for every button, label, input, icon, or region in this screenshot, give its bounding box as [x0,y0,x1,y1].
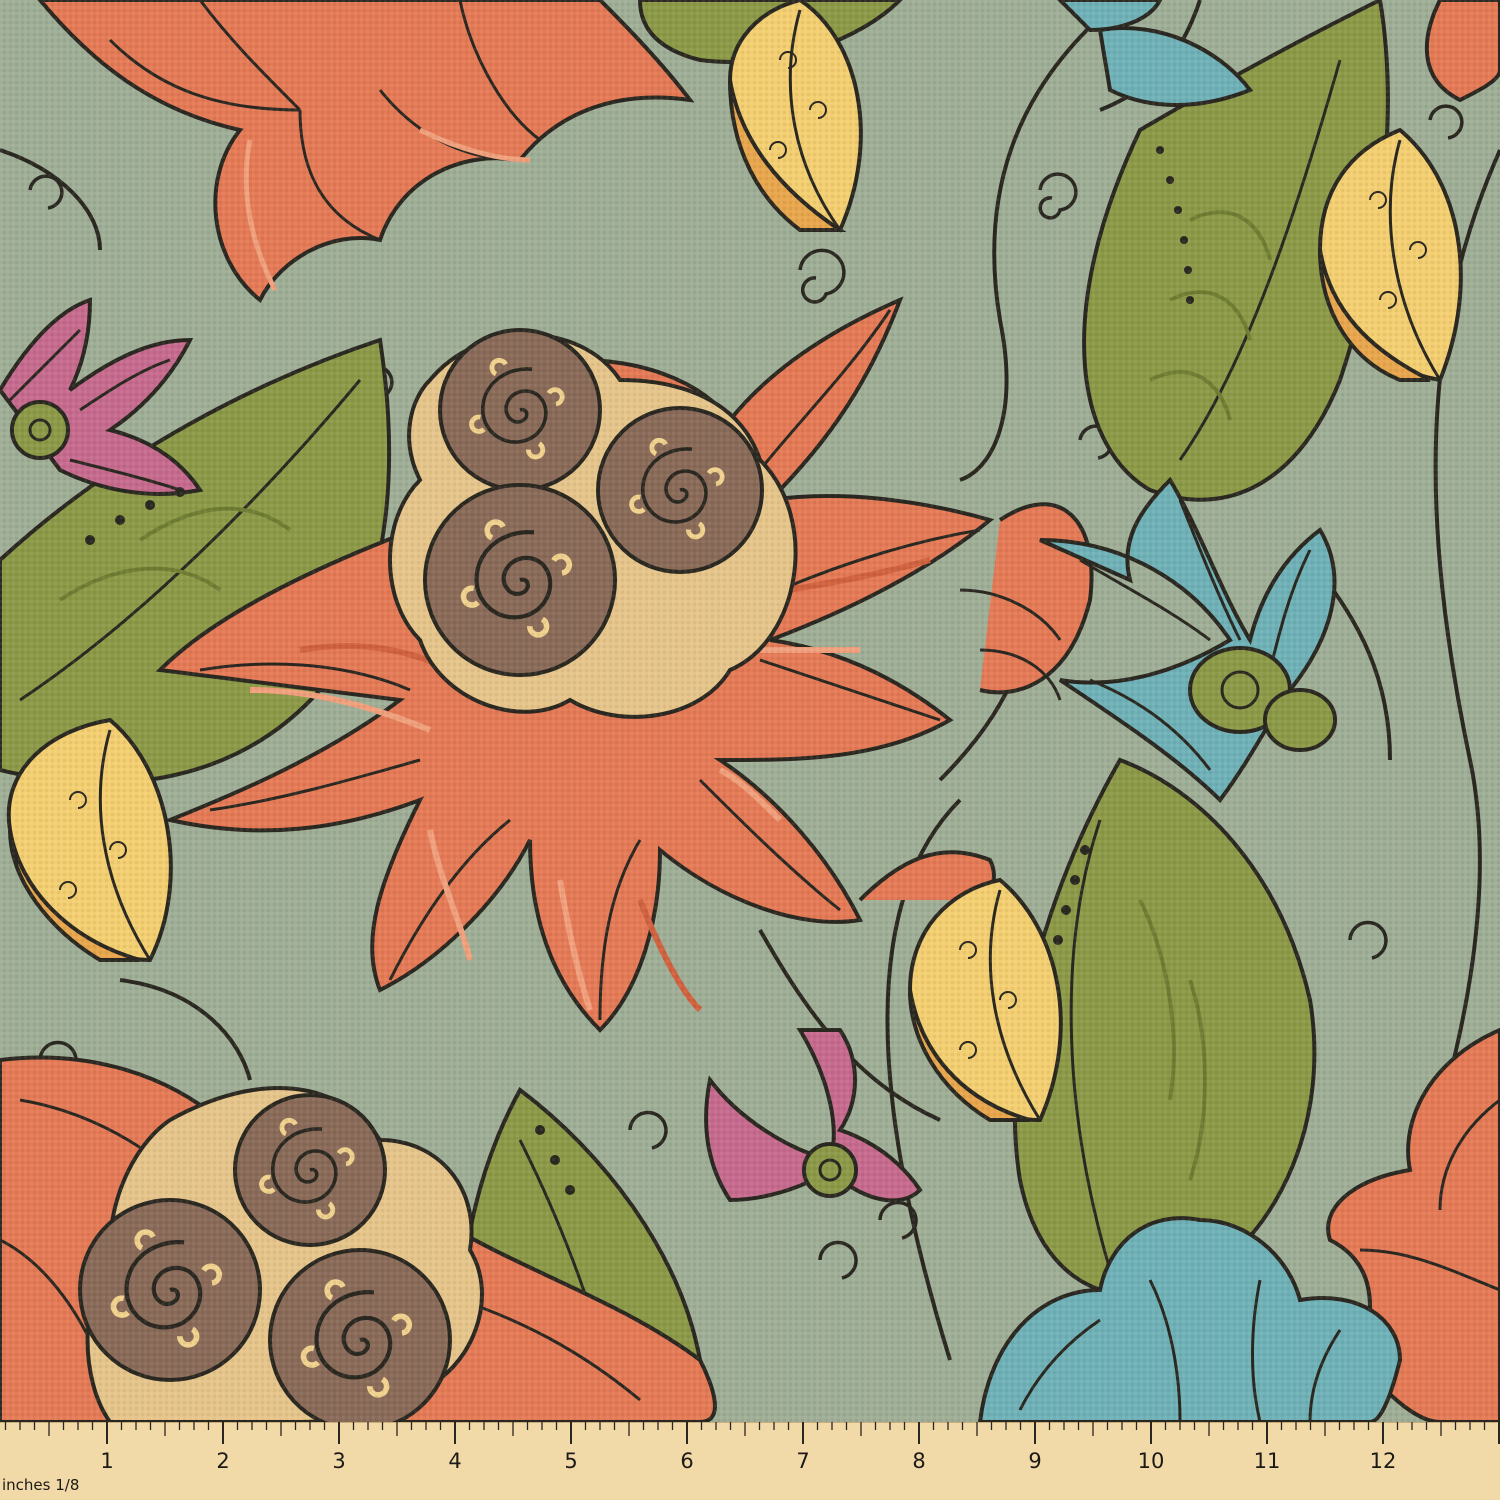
ruler-number: 5 [564,1449,577,1473]
ruler-number: 1 [100,1449,113,1473]
ruler-number: 12 [1370,1449,1397,1473]
ruler-number: 7 [796,1449,809,1473]
ruler-number: 3 [332,1449,345,1473]
ruler-number: 10 [1138,1449,1165,1473]
ruler-number: 4 [448,1449,461,1473]
floral-fabric-pattern [0,0,1500,1422]
ruler-number: 6 [680,1449,693,1473]
ruler-number: 8 [912,1449,925,1473]
ruler-number: 9 [1028,1449,1041,1473]
ruler-unit-label: inches 1/8 [2,1476,79,1494]
fabric-swatch: 1234567891011121 inches 1/8 [0,0,1500,1500]
ruler-number: 2 [216,1449,229,1473]
measuring-ruler: 1234567891011121 inches 1/8 [0,1422,1500,1500]
fabric-weave-texture [0,0,1500,1422]
ruler-number: 11 [1254,1449,1281,1473]
